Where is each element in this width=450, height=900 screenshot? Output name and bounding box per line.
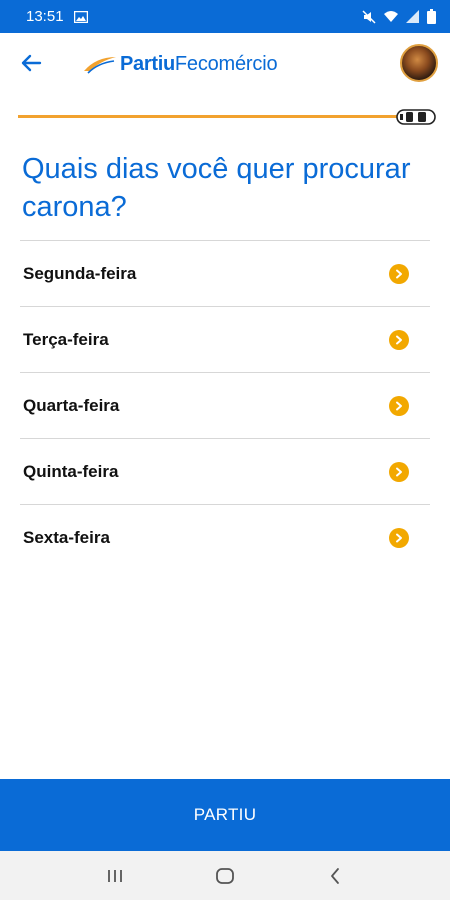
signal-icon <box>406 10 420 23</box>
app-header: Partiu Fecomércio <box>0 33 450 93</box>
logo-swoosh-icon <box>84 57 116 74</box>
chevron-right-icon <box>389 263 409 284</box>
chevron-right-icon <box>389 527 409 548</box>
list-item-quinta-feira[interactable]: Quinta-feira <box>20 438 430 504</box>
chevron-right-icon <box>389 329 409 350</box>
list-item-quarta-feira[interactable]: Quarta-feira <box>20 372 430 438</box>
day-label: Quinta-feira <box>23 461 119 481</box>
day-label: Quarta-feira <box>23 395 120 415</box>
recent-apps-icon <box>108 869 122 882</box>
back-button[interactable] <box>16 49 46 77</box>
car-icon <box>396 109 436 125</box>
partiu-button[interactable]: PARTIU <box>0 779 450 851</box>
system-nav-bar <box>0 851 450 900</box>
logo-bold-text: Partiu <box>120 52 175 75</box>
arrow-left-icon <box>21 54 42 72</box>
status-bar: 13:51 <box>0 0 450 33</box>
app-logo: Partiu Fecomércio <box>82 50 278 78</box>
partiu-button-label: PARTIU <box>193 805 257 824</box>
home-button[interactable] <box>205 856 245 896</box>
mute-icon <box>362 9 376 24</box>
day-label: Segunda-feira <box>23 263 137 283</box>
day-label: Terça-feira <box>23 329 109 349</box>
battery-icon <box>427 9 436 24</box>
list-item-sexta-feira[interactable]: Sexta-feira <box>20 504 430 570</box>
avatar[interactable] <box>400 44 438 82</box>
day-label: Sexta-feira <box>23 527 110 547</box>
progress-track <box>18 115 400 118</box>
recent-apps-button[interactable] <box>95 856 135 896</box>
status-time: 13:51 <box>26 8 64 25</box>
page-title: Quais dias você quer procurar carona? <box>22 153 411 223</box>
system-back-button[interactable] <box>315 856 355 896</box>
chevron-right-icon <box>389 395 409 416</box>
logo-light-text: Fecomércio <box>174 52 278 75</box>
image-icon <box>73 10 88 23</box>
wifi-icon <box>383 10 399 23</box>
list-item-terca-feira[interactable]: Terça-feira <box>20 306 430 372</box>
day-list: Segunda-feira Terça-feira Quarta-feira Q… <box>20 240 430 570</box>
list-item-segunda-feira[interactable]: Segunda-feira <box>20 240 430 306</box>
home-icon <box>216 867 234 884</box>
back-icon <box>331 867 339 884</box>
chevron-right-icon <box>389 461 409 482</box>
